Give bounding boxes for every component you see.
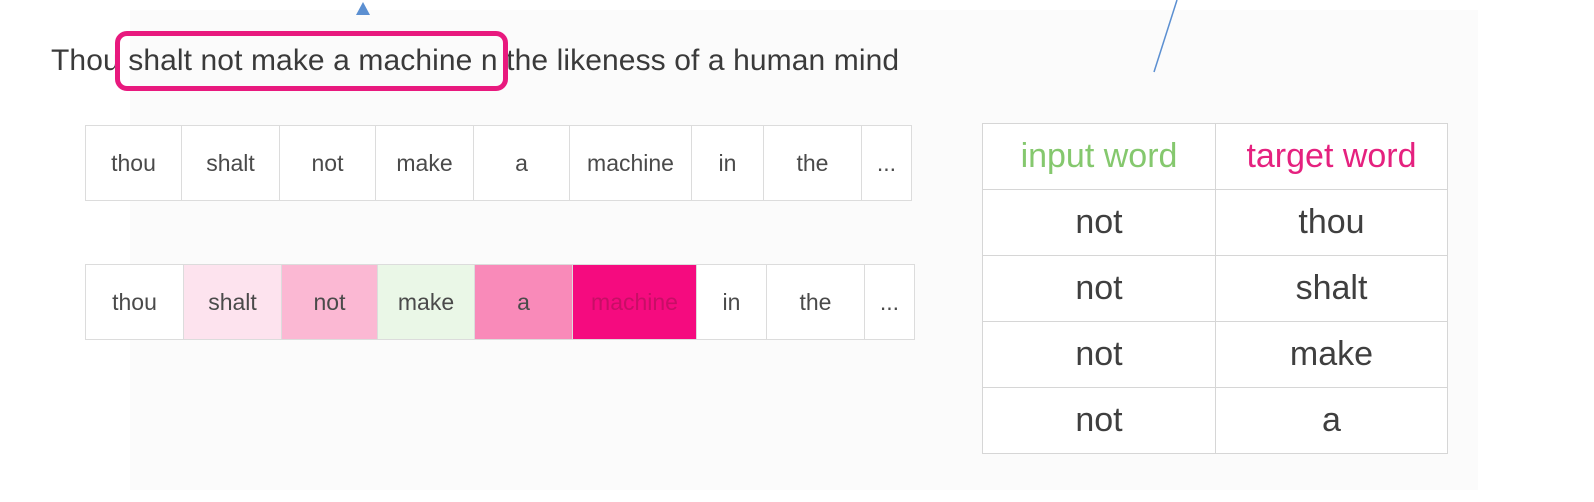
token-cell: ...	[862, 126, 912, 200]
token-cell: the	[764, 126, 862, 200]
token-cell: the	[767, 265, 865, 339]
input-word-cell: not	[982, 189, 1216, 256]
token-cell: machine	[573, 265, 697, 339]
token-cell: in	[692, 126, 764, 200]
token-cell: thou	[86, 126, 182, 200]
token-cell: not	[280, 126, 376, 200]
token-row-plain: thou shalt not make a machine in the...	[85, 125, 912, 201]
input-word-cell: not	[982, 321, 1216, 388]
table-row: not thou	[982, 189, 1448, 256]
pointer-line	[1153, 0, 1178, 73]
table-row: not a	[982, 387, 1448, 454]
token-cell: shalt	[184, 265, 282, 339]
token-cell: shalt	[182, 126, 280, 200]
token-row-window: thou shalt not make a machine in the...	[85, 264, 915, 340]
token-cell: make	[378, 265, 475, 339]
token-cell: a	[475, 265, 573, 339]
target-word-cell: a	[1215, 387, 1448, 454]
sentence-rest: n the likeness of a human mind	[480, 44, 900, 77]
token-cell: a	[474, 126, 570, 200]
token-cell: not	[282, 265, 378, 339]
target-word-header: target word	[1215, 123, 1448, 190]
table-row: not make	[982, 321, 1448, 388]
input-word-header: input word	[982, 123, 1216, 190]
token-cell: in	[697, 265, 767, 339]
token-cell: make	[376, 126, 474, 200]
token-cell: machine	[570, 126, 692, 200]
token-cell: thou	[86, 265, 184, 339]
table-row: not shalt	[982, 255, 1448, 322]
token-cell: ...	[865, 265, 915, 339]
target-word-cell: shalt	[1215, 255, 1448, 322]
arrowhead-icon	[356, 2, 370, 15]
input-word-cell: not	[982, 255, 1216, 322]
input-word-cell: not	[982, 387, 1216, 454]
target-word-cell: make	[1215, 321, 1448, 388]
table-header-row: input word target word	[982, 123, 1448, 190]
target-word-cell: thou	[1215, 189, 1448, 256]
training-pairs-table: input word target word not thou not shalt no…	[982, 123, 1448, 454]
sentence-lead: Thou	[51, 44, 120, 77]
context-window-box	[115, 31, 508, 91]
